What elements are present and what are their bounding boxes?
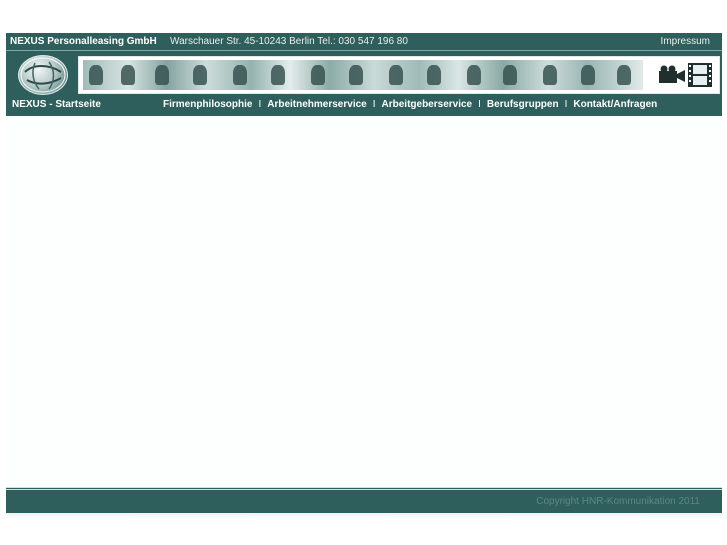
person-figure [427,65,441,85]
person-figure [193,65,207,85]
person-figure [349,65,363,85]
nav-separator: I [372,99,376,110]
person-figure [155,65,169,85]
person-figure [617,65,631,85]
header-divider [6,50,722,51]
person-figure [503,65,517,85]
person-figure [121,65,135,85]
person-figure [89,65,103,85]
site-footer: Copyright HNR-Kommunikation 2011 [6,487,722,516]
nav-item-arbeitgeberservice[interactable]: Arbeitgeberservice [382,99,473,110]
top-info-bar: NEXUS Personalleasing GmbH Warschauer St… [6,33,722,50]
person-figure [467,65,481,85]
impressum-link[interactable]: Impressum [661,33,710,50]
footer-shadow [6,513,722,519]
globe-logo-icon[interactable] [18,55,68,95]
nav-separator: I [564,99,568,110]
person-figure [389,65,403,85]
film-strip-icon [687,62,713,88]
copyright-text: Copyright HNR-Kommunikation 2011 [536,496,700,507]
nav-item-berufsgruppen[interactable]: Berufsgruppen [487,99,559,110]
nav-item-firmenphilosophie[interactable]: Firmenphilosophie [163,99,252,110]
site-header: NEXUS Personalleasing GmbH Warschauer St… [6,33,722,116]
nav-item-kontakt[interactable]: Kontakt/Anfragen [573,99,657,110]
person-figure [543,65,557,85]
person-figure [233,65,247,85]
person-figure [311,65,325,85]
home-link[interactable]: NEXUS - Startseite [12,97,101,113]
person-figure [581,65,595,85]
main-content [6,116,722,487]
nav-item-arbeitnehmerservice[interactable]: Arbeitnehmerservice [267,99,367,110]
nav-separator: I [478,99,481,110]
video-camera-icon [657,65,687,85]
company-address: Warschauer Str. 45-10243 Berlin Tel.: 03… [170,36,408,47]
company-name: NEXUS Personalleasing GmbH [10,36,157,47]
nav-separator: I [258,99,262,110]
person-figure [271,65,285,85]
nav-menu: Firmenphilosophie I Arbeitnehmerservice I Ar… [163,97,657,113]
photo-banner [78,56,720,94]
people-photo-strip [83,60,643,90]
main-navigation: NEXUS - Startseite Firmenphilosophie I Arb… [6,97,722,116]
